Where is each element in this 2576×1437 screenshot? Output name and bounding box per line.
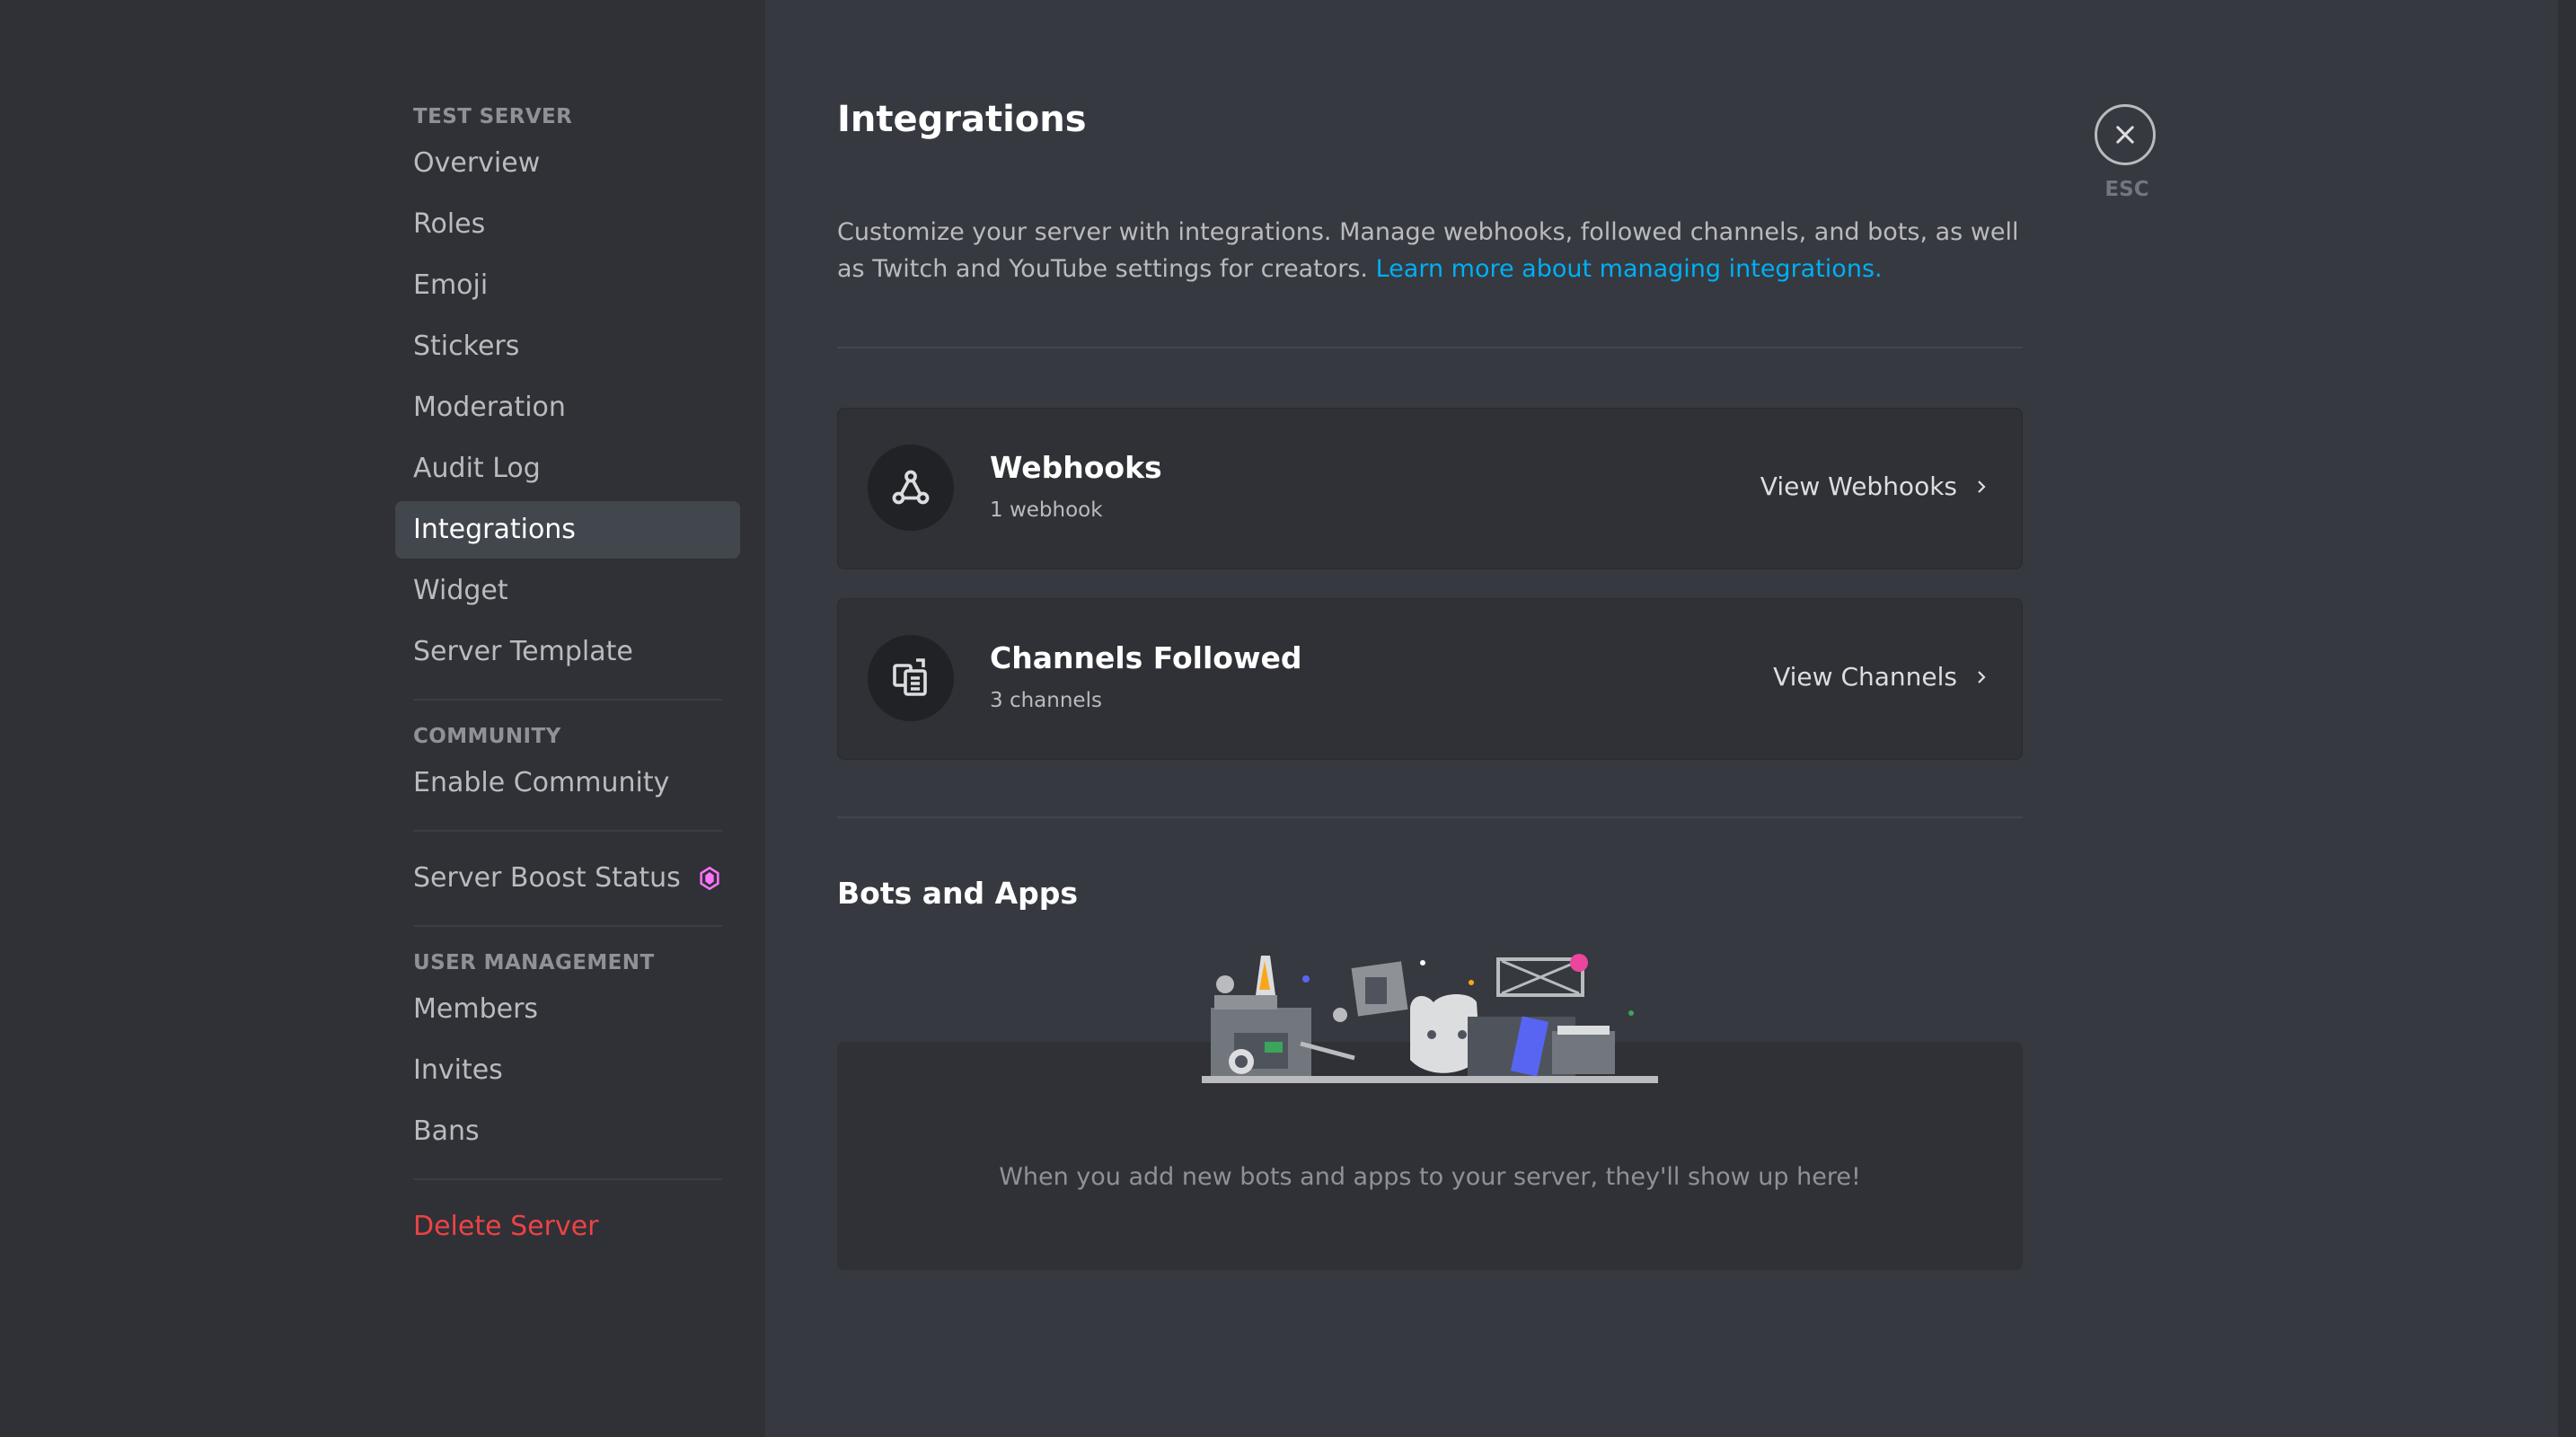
webhooks-count: 1 webhook bbox=[990, 498, 1103, 522]
channels-followed-card[interactable]: Channels Followed 3 channels View Channe… bbox=[837, 598, 2023, 760]
sidebar-item-bans[interactable]: Bans bbox=[395, 1103, 740, 1160]
section-divider bbox=[837, 347, 2023, 348]
chevron-right-icon bbox=[1978, 480, 1986, 493]
sidebar-item-members[interactable]: Members bbox=[395, 981, 740, 1038]
close-settings[interactable]: ESC bbox=[2095, 104, 2159, 201]
sidebar-item-overview[interactable]: Overview bbox=[395, 135, 740, 192]
sidebar-item-roles[interactable]: Roles bbox=[395, 196, 740, 253]
channels-followed-title: Channels Followed bbox=[990, 640, 1302, 675]
view-webhooks-label: View Webhooks bbox=[1760, 472, 1957, 501]
sidebar-item-invites[interactable]: Invites bbox=[395, 1042, 740, 1099]
sidebar-separator bbox=[413, 699, 722, 701]
community-section-header: COMMUNITY bbox=[413, 725, 561, 748]
sidebar-nav: TEST SERVER Overview Roles Emoji Sticker… bbox=[395, 99, 740, 1259]
settings-sidebar: TEST SERVER Overview Roles Emoji Sticker… bbox=[0, 0, 765, 1437]
page-description: Customize your server with integrations.… bbox=[837, 214, 2023, 287]
scrollbar[interactable] bbox=[2558, 0, 2576, 1437]
sidebar-separator bbox=[413, 925, 722, 927]
view-channels-button[interactable]: View Channels bbox=[1773, 662, 1989, 692]
sidebar-separator bbox=[413, 1178, 722, 1180]
webhook-icon bbox=[868, 445, 954, 531]
sidebar-item-moderation[interactable]: Moderation bbox=[395, 379, 740, 436]
view-channels-label: View Channels bbox=[1773, 662, 1957, 692]
sidebar-item-server-template[interactable]: Server Template bbox=[395, 623, 740, 681]
page-title: Integrations bbox=[837, 99, 1087, 140]
learn-more-link[interactable]: Learn more about managing integrations. bbox=[1376, 255, 1883, 283]
channels-followed-count: 3 channels bbox=[990, 689, 1102, 712]
sidebar-item-delete-server[interactable]: Delete Server bbox=[395, 1198, 740, 1256]
server-section-header: TEST SERVER bbox=[413, 105, 573, 128]
user-management-section-header: USER MANAGEMENT bbox=[413, 951, 655, 974]
empty-bots-illustration bbox=[1202, 954, 1658, 1083]
sidebar-item-label: Server Boost Status bbox=[413, 862, 681, 894]
section-divider bbox=[837, 816, 2023, 818]
sidebar-item-widget[interactable]: Widget bbox=[395, 562, 740, 620]
bots-and-apps-heading: Bots and Apps bbox=[837, 876, 1079, 911]
sidebar-item-audit-log[interactable]: Audit Log bbox=[395, 440, 740, 498]
sidebar-separator bbox=[413, 830, 722, 832]
sidebar-item-enable-community[interactable]: Enable Community bbox=[395, 754, 740, 812]
chevron-right-icon bbox=[1978, 670, 1986, 683]
webhooks-title: Webhooks bbox=[990, 450, 1162, 485]
close-icon bbox=[2116, 126, 2134, 144]
sidebar-item-stickers[interactable]: Stickers bbox=[395, 318, 740, 375]
sidebar-item-server-boost-status[interactable]: Server Boost Status bbox=[395, 850, 740, 907]
esc-label: ESC bbox=[2104, 178, 2149, 201]
webhooks-card[interactable]: Webhooks 1 webhook View Webhooks bbox=[837, 408, 2023, 569]
sidebar-item-integrations[interactable]: Integrations bbox=[395, 501, 740, 559]
bots-empty-text: When you add new bots and apps to your s… bbox=[999, 1163, 1861, 1191]
close-button[interactable] bbox=[2095, 104, 2156, 165]
channel-follow-icon bbox=[868, 635, 954, 721]
view-webhooks-button[interactable]: View Webhooks bbox=[1760, 472, 1989, 501]
sidebar-item-emoji[interactable]: Emoji bbox=[395, 257, 740, 314]
boost-gem-icon bbox=[700, 866, 719, 891]
